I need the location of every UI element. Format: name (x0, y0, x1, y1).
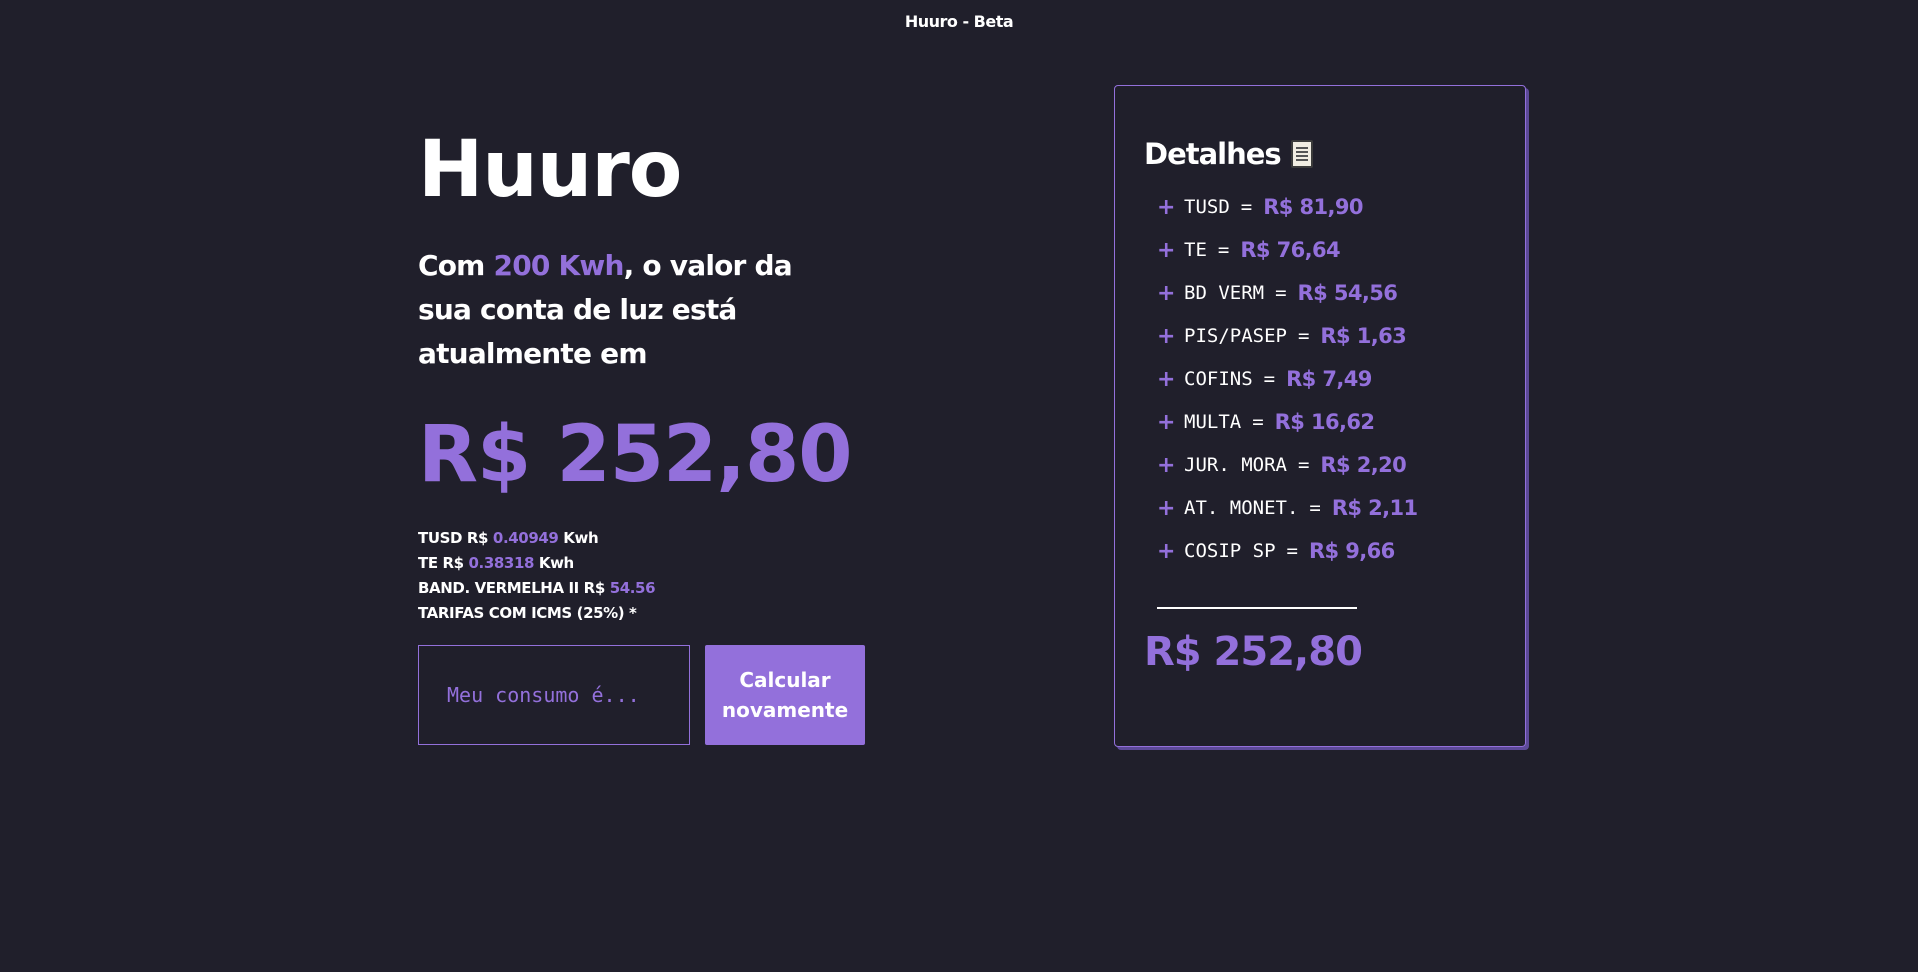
main-panel: Huuro Com 200 Kwh, o valor da sua conta … (418, 120, 978, 745)
consumption-highlight: 200 Kwh (493, 249, 625, 282)
tariff-te: TE R$ 0.38318 Kwh (418, 551, 978, 576)
plus-icon: + (1157, 410, 1176, 435)
tariff-label: TUSD R$ (418, 529, 493, 547)
item-value: R$ 7,49 (1286, 367, 1372, 391)
item-value: R$ 81,90 (1263, 195, 1363, 219)
list-item: + AT. MONET. = R$ 2,11 (1157, 487, 1497, 530)
list-item: + COSIP SP = R$ 9,66 (1157, 530, 1497, 573)
plus-icon: + (1157, 496, 1176, 521)
item-label: COFINS (1184, 368, 1253, 390)
item-label: AT. MONET. (1184, 497, 1299, 519)
plus-icon: + (1157, 367, 1176, 392)
plus-icon: + (1157, 453, 1176, 478)
tariff-label: TE R$ (418, 554, 469, 572)
details-heading: Detalhes (1144, 134, 1497, 174)
plus-icon: + (1157, 324, 1176, 349)
plus-icon: + (1157, 539, 1176, 564)
plus-icon: + (1157, 195, 1176, 220)
item-value: R$ 2,20 (1320, 453, 1407, 477)
headline-prefix: Com (418, 249, 494, 282)
details-title: Detalhes (1144, 137, 1282, 171)
brand-title: Huuro (418, 125, 682, 215)
equals-sign: = (1275, 282, 1287, 304)
tariff-unit: Kwh (558, 529, 599, 547)
calculator-row: Calcular novamente (418, 645, 978, 745)
item-label: TE (1184, 239, 1207, 261)
headline: Com 200 Kwh, o valor da sua conta de luz… (418, 244, 838, 376)
equals-sign: = (1240, 196, 1253, 218)
list-item: + JUR. MORA = R$ 2,20 (1157, 444, 1497, 487)
item-label: COSIP SP (1184, 540, 1276, 562)
bill-total: R$ 252,80 (418, 410, 852, 500)
item-label: PIS/PASEP (1184, 325, 1287, 347)
details-card: Detalhes + TUSD = R$ 81,90 + TE = R$ 76,64 + BD… (1114, 85, 1526, 747)
tariff-bandeira: BAND. VERMELHA II R$ 54.56 (418, 576, 978, 601)
item-value: R$ 1,63 (1320, 324, 1407, 348)
app-title: Huuro - Beta (904, 12, 1014, 31)
scroll-icon (1290, 140, 1313, 168)
equals-sign: = (1252, 411, 1264, 433)
tariff-tusd: TUSD R$ 0.40949 Kwh (418, 526, 978, 551)
consumption-input[interactable] (418, 645, 690, 745)
item-value: R$ 16,62 (1274, 410, 1375, 434)
equals-sign: = (1286, 540, 1298, 562)
item-label: JUR. MORA (1184, 454, 1287, 476)
list-item: + BD VERM = R$ 54,56 (1157, 272, 1497, 315)
tariff-label: BAND. VERMELHA II R$ (418, 579, 610, 597)
tariff-value: 0.38318 (468, 554, 535, 572)
tariff-list: TUSD R$ 0.40949 Kwh TE R$ 0.38318 Kwh BA… (418, 526, 978, 626)
equals-sign: = (1309, 497, 1321, 519)
equals-sign: = (1217, 239, 1230, 261)
item-value: R$ 2,11 (1331, 496, 1418, 520)
item-value: R$ 54,56 (1297, 281, 1398, 305)
list-item: + MULTA = R$ 16,62 (1157, 401, 1497, 444)
tariff-value: 54.56 (609, 579, 656, 597)
tariff-icms-note: TARIFAS COM ICMS (25%) * (418, 601, 978, 626)
item-value: R$ 9,66 (1308, 539, 1395, 563)
equals-sign: = (1263, 368, 1276, 390)
item-value: R$ 76,64 (1240, 238, 1341, 262)
tariff-unit: Kwh (534, 554, 574, 572)
details-total: R$ 252,80 (1144, 629, 1363, 675)
recalculate-button[interactable]: Calcular novamente (705, 645, 865, 745)
item-label: TUSD (1184, 196, 1230, 218)
list-item: + TE = R$ 76,64 (1157, 229, 1497, 272)
tariff-label: TARIFAS COM ICMS (25%) * (418, 604, 637, 622)
list-item: + TUSD = R$ 81,90 (1157, 186, 1497, 229)
item-label: BD VERM (1184, 282, 1265, 304)
divider (1157, 607, 1357, 609)
equals-sign: = (1297, 325, 1310, 347)
plus-icon: + (1157, 238, 1176, 263)
plus-icon: + (1157, 281, 1176, 306)
tariff-value: 0.40949 (492, 529, 559, 547)
item-label: MULTA (1184, 411, 1242, 433)
equals-sign: = (1297, 454, 1310, 476)
list-item: + COFINS = R$ 7,49 (1157, 358, 1497, 401)
list-item: + PIS/PASEP = R$ 1,63 (1157, 315, 1497, 358)
details-list: + TUSD = R$ 81,90 + TE = R$ 76,64 + BD VERM = R$ … (1144, 186, 1497, 573)
